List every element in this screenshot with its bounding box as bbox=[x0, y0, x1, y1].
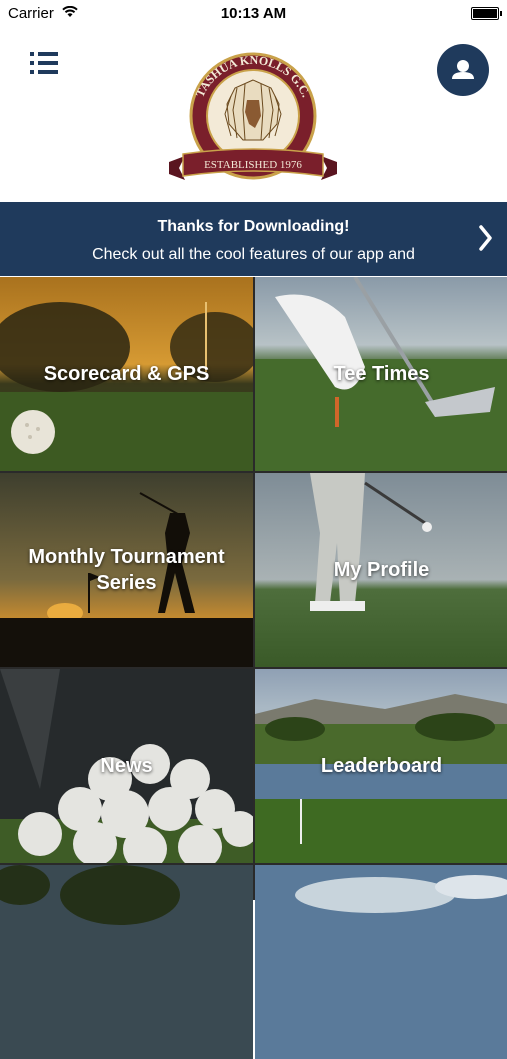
tile-label: Tee Times bbox=[333, 363, 430, 385]
profile-button[interactable] bbox=[437, 44, 489, 96]
tile-monthly-tournament[interactable]: Monthly Tournament Series bbox=[0, 473, 253, 667]
logo-ribbon-text: ESTABLISHED 1976 bbox=[204, 159, 302, 171]
tile-label: My Profile bbox=[333, 559, 430, 581]
tile-label: News bbox=[100, 755, 153, 777]
tile-scorecard-gps[interactable]: Scorecard & GPS bbox=[0, 277, 253, 471]
welcome-banner[interactable]: Thanks for Downloading! Check out all th… bbox=[0, 202, 507, 276]
tree-photo bbox=[0, 865, 253, 1059]
status-bar: Carrier 10:13 AM bbox=[0, 0, 507, 28]
tile-tee-times[interactable]: Tee Times bbox=[255, 277, 507, 471]
feature-grid: Scorecard & GPS Tee Times Monthly Tourna… bbox=[0, 277, 507, 1059]
tile-partial-left[interactable] bbox=[0, 865, 253, 1059]
tile-news[interactable]: News bbox=[0, 669, 253, 863]
banner-title: Thanks for Downloading! bbox=[157, 218, 350, 235]
sky-photo bbox=[255, 865, 507, 1059]
menu-button[interactable] bbox=[30, 50, 60, 76]
tile-partial-right[interactable] bbox=[255, 865, 507, 1059]
app-header: TASHUA KNOLLS G.C. ESTABLISHED 1976 bbox=[0, 28, 507, 202]
club-logo: TASHUA KNOLLS G.C. ESTABLISHED 1976 bbox=[169, 52, 337, 180]
banner-subtitle: Check out all the cool features of our a… bbox=[92, 246, 415, 263]
chevron-right-icon bbox=[479, 225, 492, 251]
user-icon bbox=[452, 60, 474, 79]
tile-leaderboard[interactable]: Leaderboard bbox=[255, 669, 507, 863]
battery-icon bbox=[471, 7, 502, 20]
tile-label: Monthly Tournament Series bbox=[28, 546, 225, 594]
tile-my-profile[interactable]: My Profile bbox=[255, 473, 507, 667]
tile-label: Leaderboard bbox=[320, 755, 443, 777]
tile-label: Scorecard & GPS bbox=[43, 363, 210, 385]
clock: 10:13 AM bbox=[220, 5, 287, 22]
